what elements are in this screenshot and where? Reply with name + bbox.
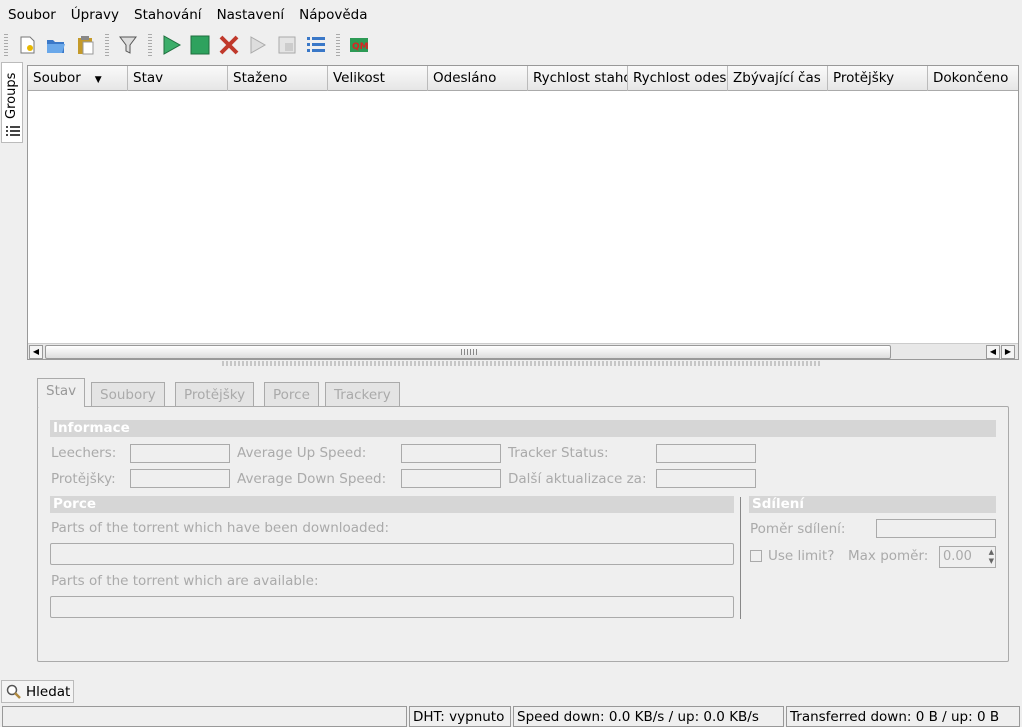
next-update-label: Další aktualizace za: [508,471,647,487]
column-header-size[interactable]: Velikost [328,66,428,91]
share-ratio-label: Poměr sdílení: [750,521,846,537]
use-limit-label: Use limit? [768,548,835,564]
transferred-status: Transferred down: 0 B / up: 0 B [786,706,1020,727]
column-header-peers[interactable]: Protějšky [828,66,928,91]
open-torrent-icon[interactable] [43,32,69,58]
torrent-table[interactable]: Soubor ▼ Stav Staženo Velikost Odesláno R… [27,65,1019,360]
column-header-status[interactable]: Stav [128,66,228,91]
menu-edit[interactable]: Úpravy [67,0,123,30]
tab-trackers[interactable]: Trackery [325,382,400,407]
use-limit-checkbox[interactable] [750,550,762,562]
spin-arrows-icon[interactable]: ▲ ▼ [989,548,994,566]
pane-splitter[interactable] [222,361,822,366]
toolbar-grip[interactable] [148,34,152,56]
tracker-status-label: Tracker Status: [508,445,609,461]
menu-downloads[interactable]: Stahování [130,0,206,30]
sort-down-icon: ▼ [94,75,102,85]
dht-status: DHT: vypnuto [409,706,511,727]
max-ratio-value: 0.00 [943,549,972,564]
downloaded-parts-label: Parts of the torrent which have been dow… [51,520,390,536]
menubar: Soubor Úpravy Stahování Nastavení Nápově… [0,0,1022,30]
list-icon [6,126,20,136]
peers-field [130,469,230,488]
share-ratio-field [876,519,996,538]
avg-down-speed-label: Average Down Speed: [237,471,387,487]
column-header-uploaded[interactable]: Odesláno [428,66,528,91]
qm-icon[interactable]: QM [346,32,372,58]
menu-help[interactable]: Nápověda [295,0,371,30]
speed-status: Speed down: 0.0 KB/s / up: 0.0 KB/s [513,706,784,727]
sharing-section-title: Sdílení [749,496,996,513]
column-header-downloaded[interactable]: Staženo [228,66,328,91]
column-header-completed[interactable]: Dokončeno [928,66,1018,91]
search-button-label: Hledat [26,683,71,700]
tracker-status-field [656,444,756,463]
peers-label: Protějšky: [51,471,116,487]
leechers-label: Leechers: [51,445,117,461]
scroll-right-icon[interactable]: ▶ [1001,345,1015,359]
scroll-left-icon[interactable]: ◀ [986,345,1000,359]
info-section-title: Informace [50,420,996,437]
available-parts-bar [50,596,734,618]
table-header: Soubor ▼ Stav Staženo Velikost Odesláno R… [28,66,1018,91]
stop-icon[interactable] [187,32,213,58]
horizontal-scrollbar[interactable]: ◀ ◀ ▶ [28,343,1018,359]
groups-label: Groups [4,72,19,119]
downloaded-parts-bar [50,543,734,565]
groups-side-tab[interactable]: Groups [1,62,23,143]
status-message [2,706,407,727]
menu-file[interactable]: Soubor [4,0,60,30]
pieces-section-title: Porce [50,496,734,513]
column-header-remaining-time[interactable]: Zbývající čas [728,66,828,91]
avg-up-speed-label: Average Up Speed: [237,445,367,461]
column-header-file[interactable]: Soubor ▼ [28,66,128,91]
tab-status[interactable]: Stav [37,378,86,407]
section-separator [740,497,741,619]
column-header-down-speed[interactable]: Rychlost stahování [528,66,628,91]
available-parts-label: Parts of the torrent which are available… [51,573,319,589]
properties-icon[interactable] [303,32,329,58]
leechers-field [130,444,230,463]
scroll-left-icon[interactable]: ◀ [29,345,43,359]
toolbar-grip[interactable] [105,34,109,56]
menu-settings[interactable]: Nastavení [213,0,289,30]
status-bar: DHT: vypnuto Speed down: 0.0 KB/s / up: … [0,706,1022,727]
column-header-up-speed[interactable]: Rychlost odesílání [628,66,728,91]
tab-pieces[interactable]: Porce [264,382,319,407]
search-icon [6,684,21,699]
paste-icon[interactable] [72,32,98,58]
filter-icon[interactable] [115,32,141,58]
max-ratio-spinbox[interactable]: 0.00 ▲ ▼ [939,546,996,568]
search-button[interactable]: Hledat [1,680,74,703]
tab-files[interactable]: Soubory [91,382,165,407]
toolbar-grip[interactable] [4,34,8,56]
queue-rearrange-icon[interactable] [274,32,300,58]
new-torrent-icon[interactable] [14,32,40,58]
queue-icon[interactable] [245,32,271,58]
start-icon[interactable] [158,32,184,58]
toolbar-grip[interactable] [336,34,340,56]
scrollbar-thumb[interactable] [45,345,891,359]
avg-down-speed-field [401,469,501,488]
max-ratio-label: Max poměr: [848,548,929,564]
next-update-field [656,469,756,488]
remove-icon[interactable] [216,32,242,58]
toolbar: QM [0,30,1022,60]
tab-peers[interactable]: Protějšky [175,382,255,407]
avg-up-speed-field [401,444,501,463]
svg-text:QM: QM [352,42,369,52]
